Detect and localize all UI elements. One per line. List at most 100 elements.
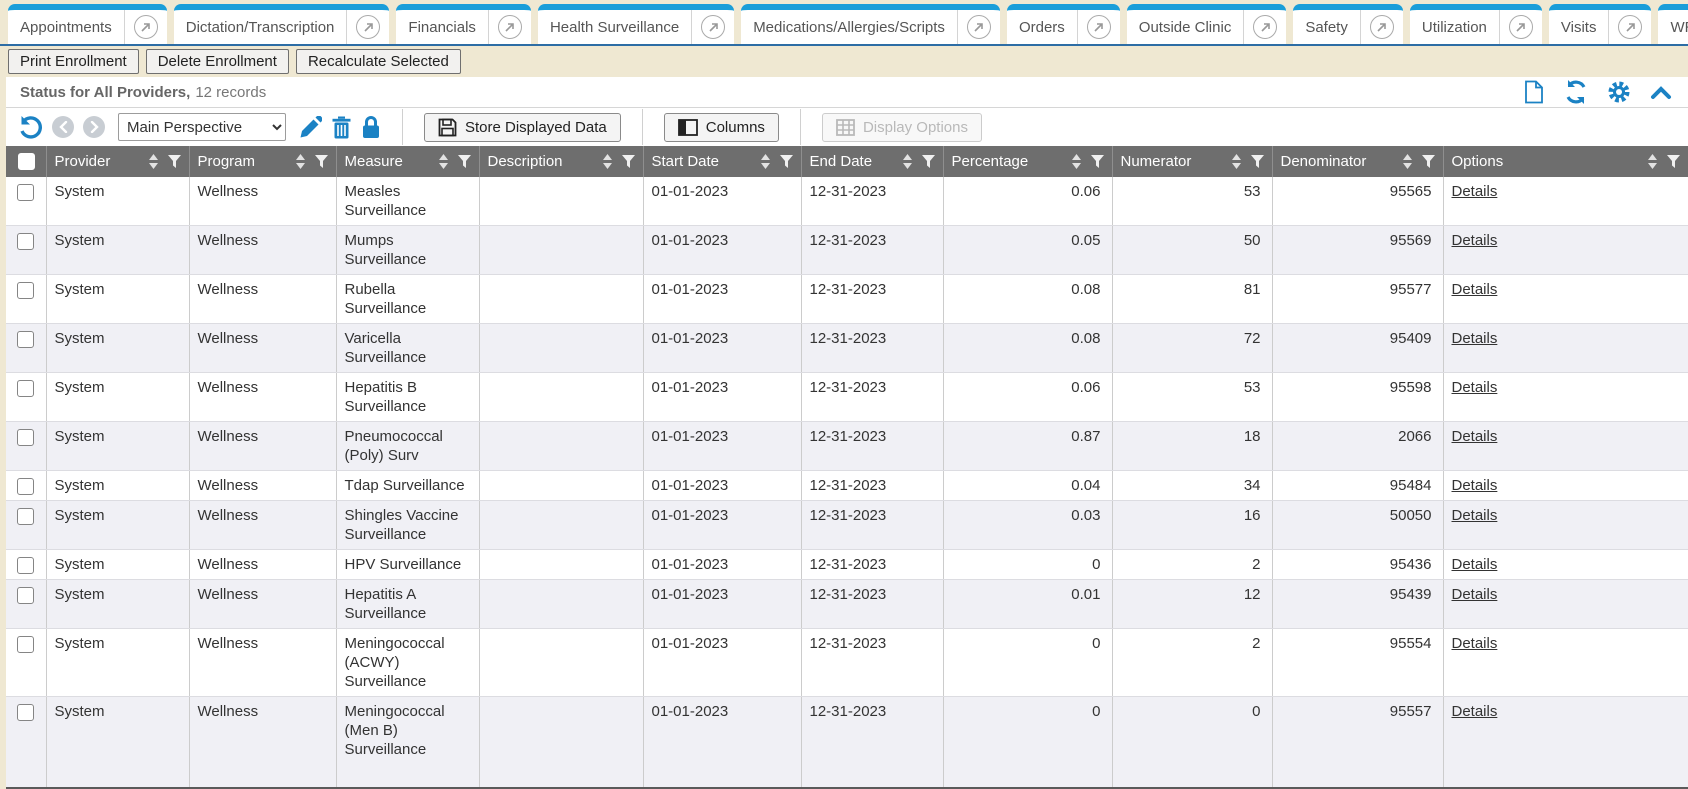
- numerator-cell: 53: [1112, 373, 1272, 422]
- filter-icon[interactable]: [458, 155, 471, 168]
- sort-icon[interactable]: [295, 154, 306, 169]
- refresh-icon[interactable]: [1564, 80, 1588, 104]
- denominator-cell: 95409: [1272, 324, 1443, 373]
- details-link[interactable]: Details: [1452, 477, 1498, 494]
- module-tab[interactable]: WR Case Mgmt: [1658, 4, 1688, 44]
- tab-open-new-window-button[interactable]: [1499, 10, 1542, 44]
- row-checkbox[interactable]: [17, 184, 34, 201]
- module-tab[interactable]: Visits: [1549, 4, 1652, 44]
- new-document-icon[interactable]: [1523, 80, 1545, 104]
- module-tab[interactable]: Utilization: [1410, 4, 1542, 44]
- filter-icon[interactable]: [922, 155, 935, 168]
- filter-icon[interactable]: [1422, 155, 1435, 168]
- details-link[interactable]: Details: [1452, 232, 1498, 249]
- undo-icon[interactable]: [18, 115, 43, 139]
- details-link[interactable]: Details: [1452, 556, 1498, 573]
- row-checkbox[interactable]: [17, 331, 34, 348]
- module-tab[interactable]: Outside Clinic: [1127, 4, 1287, 44]
- display-options-button[interactable]: Display Options: [822, 113, 982, 142]
- tab-open-new-window-button[interactable]: [1243, 10, 1286, 44]
- start-date-cell: 01-01-2023: [643, 501, 801, 550]
- details-link[interactable]: Details: [1452, 635, 1498, 652]
- tab-open-new-window-button[interactable]: [691, 10, 734, 44]
- module-tab[interactable]: Financials: [396, 4, 531, 44]
- filter-icon[interactable]: [315, 155, 328, 168]
- filter-icon[interactable]: [1091, 155, 1104, 168]
- details-link[interactable]: Details: [1452, 507, 1498, 524]
- row-checkbox[interactable]: [17, 704, 34, 721]
- details-link[interactable]: Details: [1452, 330, 1498, 347]
- module-tab[interactable]: Medications/Allergies/Scripts: [741, 4, 1000, 44]
- filter-icon[interactable]: [1251, 155, 1264, 168]
- details-link[interactable]: Details: [1452, 183, 1498, 200]
- details-link[interactable]: Details: [1452, 379, 1498, 396]
- measure-cell: Mumps Surveillance: [336, 226, 479, 275]
- description-cell: [479, 324, 643, 373]
- delete-enrollment-button[interactable]: Delete Enrollment: [146, 49, 289, 74]
- tab-open-new-window-button[interactable]: [957, 10, 1000, 44]
- column-header-provider: Provider: [46, 146, 189, 177]
- numerator-cell: 34: [1112, 471, 1272, 501]
- row-checkbox[interactable]: [17, 478, 34, 495]
- details-link[interactable]: Details: [1452, 703, 1498, 720]
- module-tab[interactable]: Dictation/Transcription: [174, 4, 390, 44]
- details-link[interactable]: Details: [1452, 428, 1498, 445]
- arrow-up-right-icon: [1509, 15, 1533, 39]
- arrow-up-right-icon: [1087, 15, 1111, 39]
- back-button[interactable]: [52, 116, 74, 138]
- select-all-checkbox[interactable]: [18, 153, 35, 170]
- filter-icon[interactable]: [1667, 155, 1680, 168]
- row-checkbox[interactable]: [17, 429, 34, 446]
- module-tab[interactable]: Appointments: [8, 4, 167, 44]
- sort-icon[interactable]: [148, 154, 159, 169]
- recalculate-selected-button[interactable]: Recalculate Selected: [296, 49, 461, 74]
- sort-icon[interactable]: [438, 154, 449, 169]
- sort-icon[interactable]: [1071, 154, 1082, 169]
- lock-icon[interactable]: [361, 115, 381, 139]
- collapse-icon[interactable]: [1650, 84, 1672, 100]
- module-tab[interactable]: Safety: [1293, 4, 1403, 44]
- column-header-denominator: Denominator: [1272, 146, 1443, 177]
- edit-pencil-icon[interactable]: [299, 116, 322, 139]
- sort-icon[interactable]: [1402, 154, 1413, 169]
- tab-open-new-window-button[interactable]: [124, 10, 167, 44]
- filter-icon[interactable]: [622, 155, 635, 168]
- sort-icon[interactable]: [902, 154, 913, 169]
- start-date-cell: 01-01-2023: [643, 580, 801, 629]
- module-tab[interactable]: Orders: [1007, 4, 1120, 44]
- provider-cell: System: [46, 501, 189, 550]
- row-checkbox[interactable]: [17, 587, 34, 604]
- row-checkbox[interactable]: [17, 380, 34, 397]
- filter-icon[interactable]: [168, 155, 181, 168]
- details-link[interactable]: Details: [1452, 281, 1498, 298]
- sort-icon[interactable]: [760, 154, 771, 169]
- forward-button[interactable]: [83, 116, 105, 138]
- columns-button[interactable]: Columns: [664, 113, 779, 142]
- row-checkbox[interactable]: [17, 508, 34, 525]
- row-checkbox[interactable]: [17, 233, 34, 250]
- sort-icon[interactable]: [1231, 154, 1242, 169]
- row-checkbox[interactable]: [17, 557, 34, 574]
- details-link[interactable]: Details: [1452, 586, 1498, 603]
- sort-icon[interactable]: [602, 154, 613, 169]
- arrow-up-right-icon: [1370, 15, 1394, 39]
- perspective-select[interactable]: Main Perspective: [118, 113, 286, 141]
- measure-cell: Meningococcal (ACWY) Surveillance: [336, 629, 479, 697]
- gear-icon[interactable]: [1607, 80, 1631, 104]
- trash-icon[interactable]: [331, 116, 352, 139]
- filter-icon[interactable]: [780, 155, 793, 168]
- tab-open-new-window-button[interactable]: [346, 10, 389, 44]
- numerator-cell: 53: [1112, 177, 1272, 226]
- row-checkbox[interactable]: [17, 282, 34, 299]
- tab-open-new-window-button[interactable]: [1608, 10, 1651, 44]
- module-tab[interactable]: Health Surveillance: [538, 4, 734, 44]
- percentage-cell: 0.01: [943, 580, 1112, 629]
- tab-open-new-window-button[interactable]: [1360, 10, 1403, 44]
- provider-cell: System: [46, 177, 189, 226]
- print-enrollment-button[interactable]: Print Enrollment: [8, 49, 139, 74]
- tab-open-new-window-button[interactable]: [1077, 10, 1120, 44]
- tab-open-new-window-button[interactable]: [488, 10, 531, 44]
- sort-icon[interactable]: [1647, 154, 1658, 169]
- row-checkbox[interactable]: [17, 636, 34, 653]
- store-displayed-data-button[interactable]: Store Displayed Data: [424, 113, 621, 142]
